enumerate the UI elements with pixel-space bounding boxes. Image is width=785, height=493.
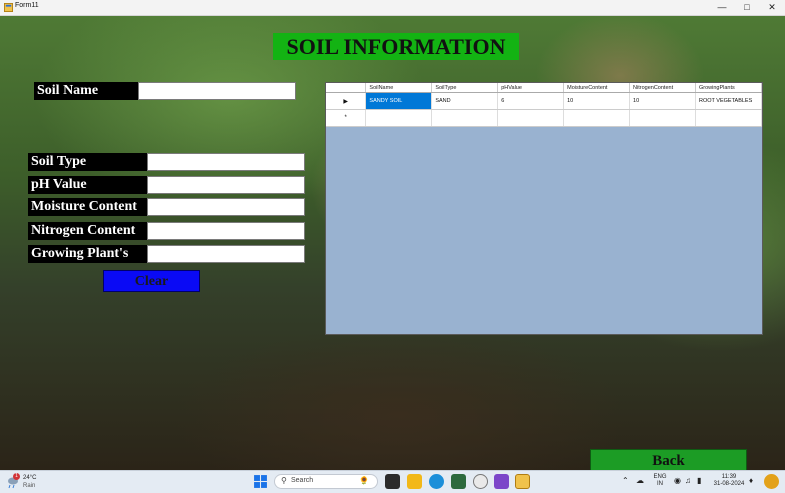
- volume-icon[interactable]: ♫: [685, 477, 691, 485]
- search-icon: ⚲: [281, 476, 287, 485]
- edge-icon[interactable]: [429, 474, 444, 489]
- new-row-indicator[interactable]: *: [326, 109, 367, 127]
- weather-badge: 1: [13, 473, 20, 480]
- column-header-nitrogencontent[interactable]: NitrogenContent: [629, 83, 696, 93]
- moisture-content-label: Moisture Content: [28, 198, 147, 216]
- taskbar: 1 24°C Rain ⚲ Search 🌻 ⌃ ☁ ENG IN ◉ ♫ ▮ …: [0, 470, 785, 493]
- table-cell[interactable]: [629, 109, 696, 127]
- weather-temp: 24°C: [23, 475, 37, 481]
- maximize-button[interactable]: □: [735, 0, 759, 15]
- table-row[interactable]: ▶ SANDY SOIL SAND 6 10 10 ROOT VEGETABLE…: [326, 92, 763, 110]
- minimize-button[interactable]: —: [710, 0, 734, 15]
- new-row[interactable]: *: [326, 109, 763, 127]
- copilot-icon[interactable]: [764, 474, 779, 489]
- soil-type-input[interactable]: [147, 153, 305, 171]
- form-app-icon[interactable]: [515, 474, 530, 489]
- soil-name-input[interactable]: [138, 82, 296, 100]
- chrome-icon[interactable]: [473, 474, 488, 489]
- column-header-phvalue[interactable]: pHValue: [497, 83, 565, 93]
- ph-value-label: pH Value: [28, 176, 147, 194]
- task-view-icon[interactable]: [385, 474, 400, 489]
- start-icon[interactable]: [253, 474, 268, 489]
- soil-data-grid[interactable]: SoilName SoilType pHValue MoistureConten…: [325, 82, 763, 335]
- weather-widget[interactable]: 1 24°C Rain: [6, 473, 46, 491]
- visual-studio-icon[interactable]: [494, 474, 509, 489]
- column-header-soiltype[interactable]: SoilType: [431, 83, 499, 93]
- file-explorer-icon[interactable]: [407, 474, 422, 489]
- title-bar: Form11 — □ ✕: [0, 0, 785, 16]
- table-cell[interactable]: SAND: [431, 92, 499, 110]
- window-title: Form11: [15, 2, 39, 9]
- back-button[interactable]: Back: [590, 449, 747, 470]
- column-header-growingplants[interactable]: GrowingPlants: [695, 83, 763, 93]
- wifi-icon[interactable]: ◉: [674, 477, 681, 485]
- table-cell[interactable]: [563, 109, 631, 127]
- nitrogen-content-label: Nitrogen Content: [28, 222, 147, 240]
- clear-button[interactable]: Clear: [103, 270, 200, 292]
- table-cell[interactable]: 10: [563, 92, 631, 110]
- weather-desc: Rain: [23, 483, 36, 489]
- battery-icon[interactable]: ▮: [697, 477, 701, 485]
- moisture-content-input[interactable]: [147, 198, 305, 216]
- language-indicator[interactable]: ENG IN: [652, 474, 668, 488]
- nitrogen-content-input[interactable]: [147, 222, 305, 240]
- onedrive-icon[interactable]: ☁: [636, 477, 644, 485]
- table-cell[interactable]: SANDY SOIL: [365, 92, 433, 110]
- table-cell[interactable]: [497, 109, 565, 127]
- growing-plants-label: Growing Plant's: [28, 245, 147, 263]
- taskbar-search[interactable]: ⚲ Search 🌻: [274, 474, 378, 489]
- table-cell[interactable]: ROOT VEGETABLES: [695, 92, 763, 110]
- language-code: ENG: [653, 474, 667, 480]
- clock[interactable]: 11:39 31-08-2024: [712, 474, 746, 488]
- clock-time: 11:39: [721, 474, 737, 480]
- app-icon: [4, 3, 13, 12]
- soil-name-label: Soil Name: [34, 82, 138, 100]
- notification-bell-icon[interactable]: ♦: [749, 477, 753, 485]
- clock-date: 31-08-2024: [713, 481, 745, 487]
- language-region: IN: [657, 481, 663, 487]
- search-highlight-icon: 🌻: [359, 476, 369, 485]
- table-cell[interactable]: [365, 109, 433, 127]
- show-hidden-icons-chevron-icon[interactable]: ⌃: [622, 477, 629, 485]
- close-button[interactable]: ✕: [760, 0, 784, 15]
- search-placeholder: Search: [291, 477, 314, 484]
- table-cell[interactable]: 10: [629, 92, 696, 110]
- form-client-area: SOIL INFORMATION Soil Name Soil Type pH …: [0, 16, 785, 470]
- column-header-soilname[interactable]: SoilName: [365, 83, 433, 93]
- growing-plants-input[interactable]: [147, 245, 305, 263]
- column-header-moisturecontent[interactable]: MoistureContent: [563, 83, 631, 93]
- soil-type-label: Soil Type: [28, 153, 147, 171]
- table-cell[interactable]: [431, 109, 499, 127]
- table-cell[interactable]: [695, 109, 763, 127]
- page-title: SOIL INFORMATION: [273, 33, 519, 60]
- current-row-indicator[interactable]: ▶: [326, 92, 367, 110]
- ph-value-input[interactable]: [147, 176, 305, 194]
- table-cell[interactable]: 6: [497, 92, 565, 110]
- grid-corner-header: [326, 83, 367, 93]
- store-icon[interactable]: [451, 474, 466, 489]
